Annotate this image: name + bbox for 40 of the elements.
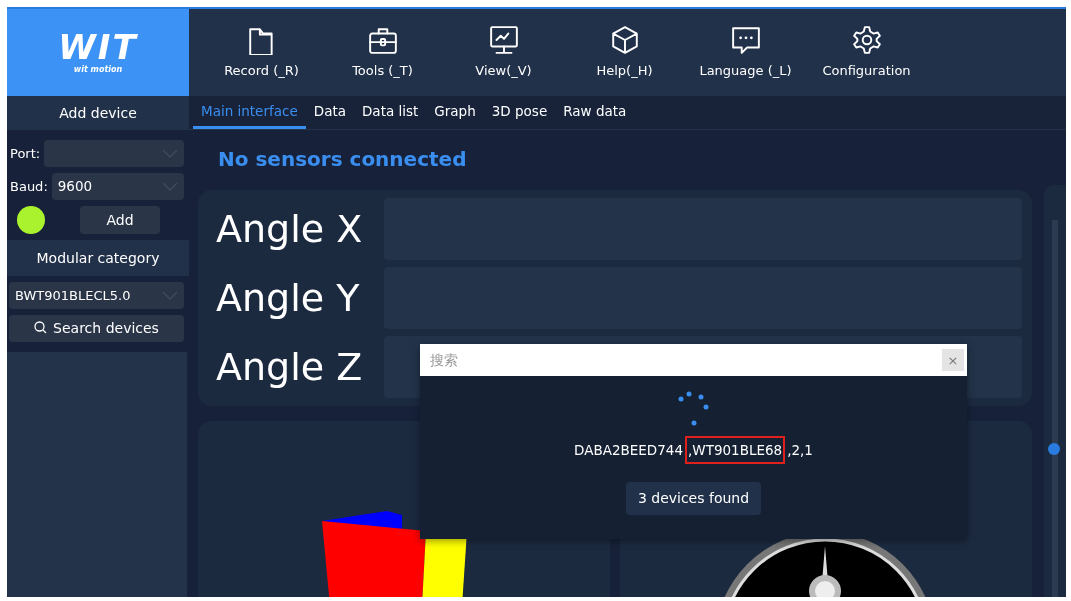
close-button[interactable]: × [942,349,964,371]
baud-dropdown[interactable]: 9600 [51,173,184,200]
search-icon [34,321,48,334]
toolbar-button[interactable]: Tools (_T) [322,16,443,89]
angle-label: Angle Y [216,279,361,317]
logo-wordmark: WIT [58,29,138,64]
tab[interactable]: Graph [426,96,484,129]
angle-label: Angle Z [216,348,364,386]
status-message: No sensors connected [218,146,468,173]
category-dropdown[interactable]: BWT901BLECL5.0 [9,282,184,309]
panel-header: Add device [7,96,189,130]
gear-icon [851,24,882,55]
search-field[interactable]: 搜索 × [420,344,967,376]
toolbar-button[interactable]: View(_V) [443,16,564,89]
device-info-text: ,2,1 [787,442,813,458]
panel-header: Modular category [7,240,189,276]
loading-spinner-icon [676,390,711,426]
toolbar-button[interactable]: Record (_R) [201,16,322,89]
toolbar-button[interactable]: Help(_H) [564,16,685,89]
tab[interactable]: Main interface [193,96,306,129]
toolbar-button[interactable]: Configuration [806,16,927,89]
tab[interactable]: Raw data [555,96,635,129]
field-label: Baud: [10,177,48,196]
devices-found-button[interactable]: 3 devices found [625,482,762,516]
highlighted-text: ,WT901BLE68 [685,436,786,464]
monitor-icon [488,24,519,55]
cube-icon [609,24,640,55]
angle-label: Angle X [216,210,364,248]
chat-icon [730,24,761,55]
add-button[interactable]: Add [80,206,160,234]
field-label: Port: [10,144,41,163]
status-dot [17,206,45,234]
search-devices-button[interactable]: Search devices [9,315,184,342]
device-info-text: DABA2BEED744 [574,442,683,458]
tab[interactable]: Data list [353,96,427,129]
scroll-thumb[interactable] [1048,443,1060,455]
toolbar-button[interactable]: Language (_L) [685,16,806,89]
tab[interactable]: 3D pose [483,96,556,129]
logo-tagline: wit motion [73,63,123,76]
tab[interactable]: Data [305,96,354,129]
